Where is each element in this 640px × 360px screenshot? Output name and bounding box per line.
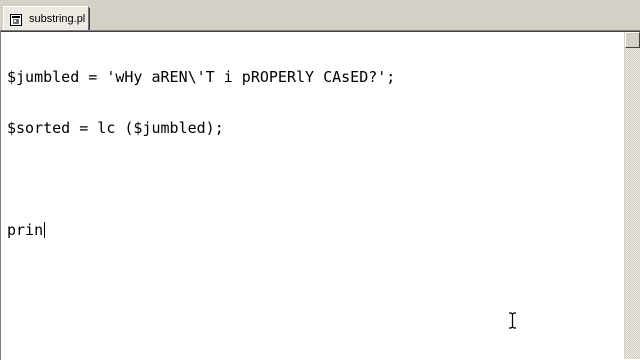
vertical-scrollbar[interactable] (624, 32, 640, 359)
code-line-1: $jumbled = 'wHy aREN\'T i pROPERlY CAsED… (7, 68, 396, 86)
tab-label: substring.pl (29, 12, 86, 25)
code-editor[interactable]: $jumbled = 'wHy aREN\'T i pROPERlY CAsED… (0, 30, 640, 360)
ibeam-cursor-icon (507, 312, 518, 329)
code-line-4: prin (7, 222, 619, 239)
scroll-up-button[interactable] (625, 32, 640, 48)
perl-file-icon (10, 13, 22, 26)
text-caret (44, 222, 46, 238)
code-text-area[interactable]: $jumbled = 'wHy aREN\'T i pROPERlY CAsED… (7, 35, 619, 355)
editor-window: substring.pl $jumbled = 'wHy aREN\'T i p… (0, 0, 640, 360)
tab-substring-pl[interactable]: substring.pl (3, 6, 90, 30)
scroll-track[interactable] (625, 48, 640, 359)
tab-strip: substring.pl (0, 0, 640, 30)
code-line-2: $sorted = lc ($jumbled); (7, 119, 224, 137)
code-line-4-text: prin (7, 221, 44, 239)
